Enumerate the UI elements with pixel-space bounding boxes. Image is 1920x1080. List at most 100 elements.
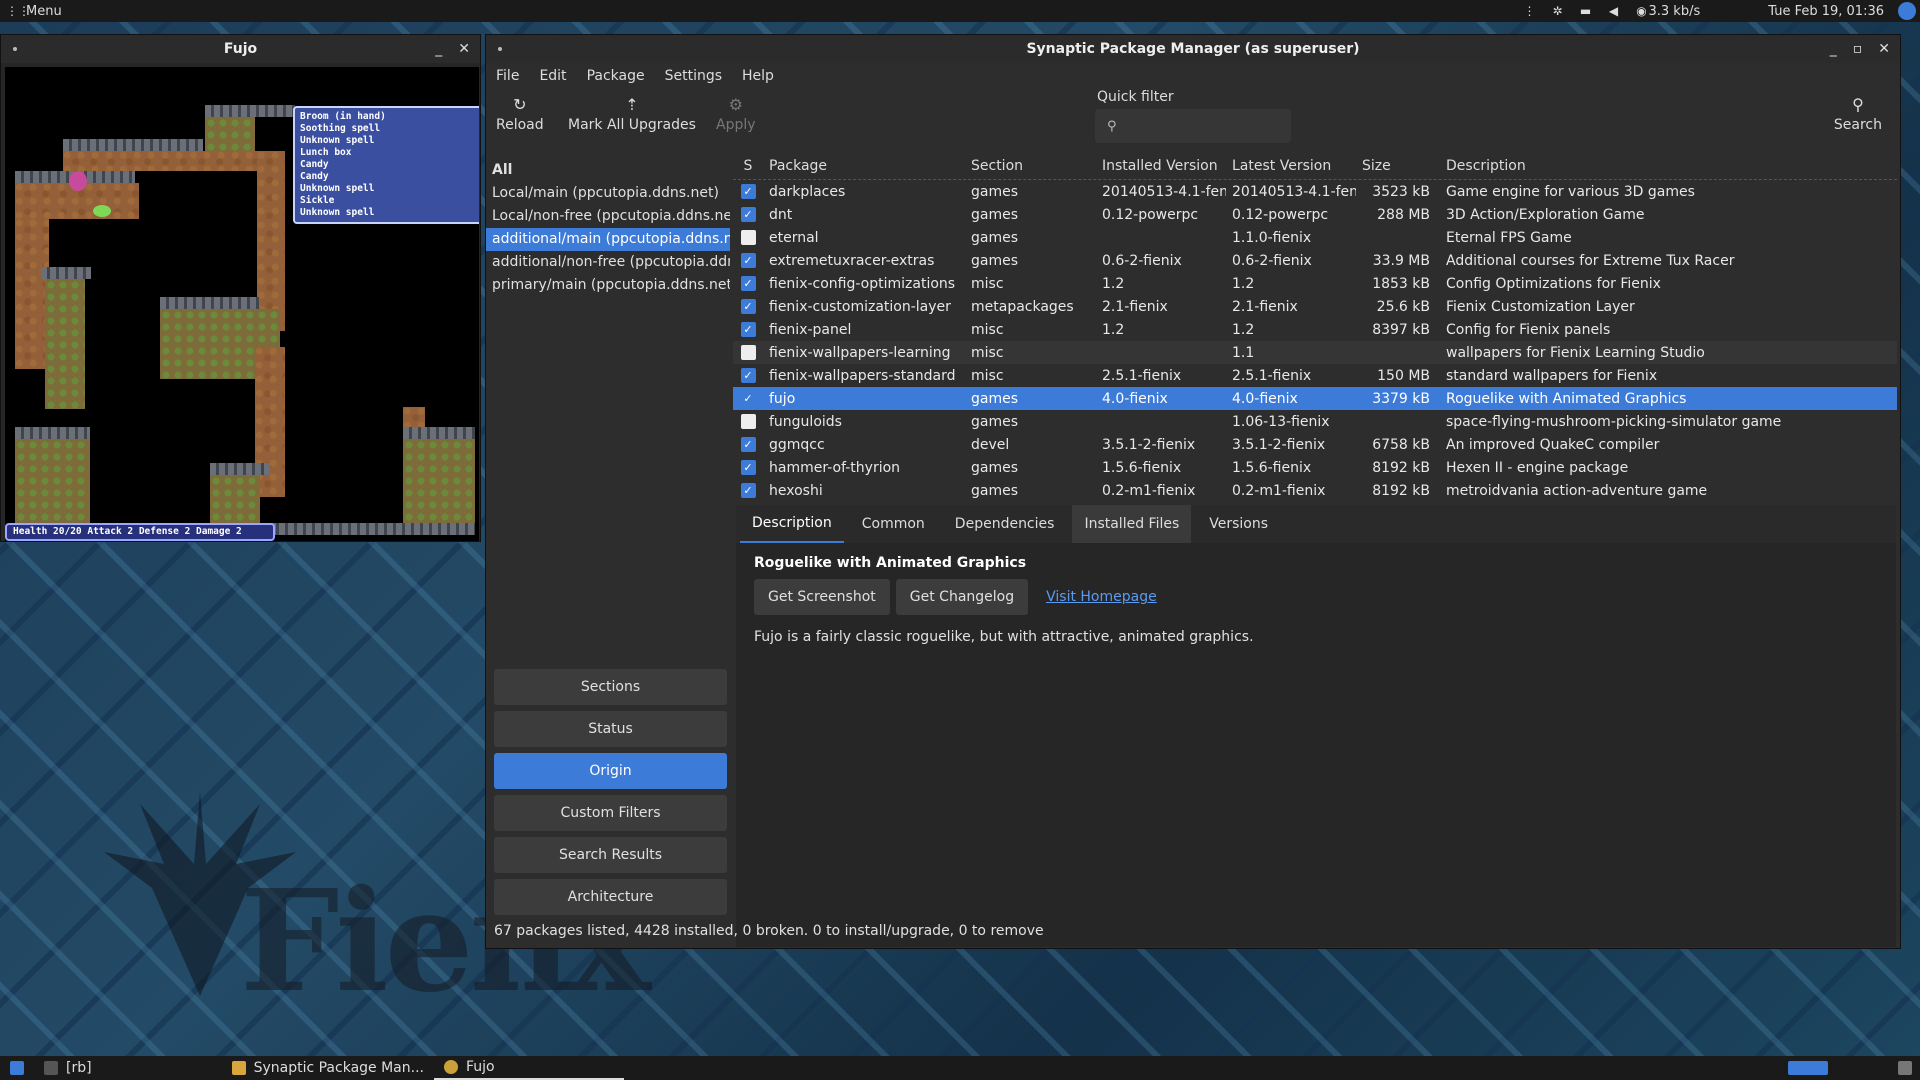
sections-button[interactable]: Sections — [494, 669, 727, 705]
close-icon[interactable]: ✕ — [1878, 41, 1890, 57]
maximize-icon[interactable]: ▫ — [1853, 41, 1863, 57]
get-changelog-button[interactable]: Get Changelog — [895, 579, 1029, 615]
col-latest[interactable]: Latest Version — [1226, 158, 1356, 174]
origin-button[interactable]: Origin — [494, 753, 727, 789]
table-row[interactable]: fienix-wallpapers-learning misc 1.1 wallpap… — [733, 341, 1897, 364]
table-row[interactable]: ✓ hexoshi games 0.2-m1-fienix 0.2-m1-fienix 8… — [733, 479, 1897, 498]
menu-help[interactable]: Help — [742, 68, 774, 84]
install-checkbox[interactable] — [740, 414, 756, 429]
install-checkbox[interactable]: ✓ — [740, 253, 756, 268]
minimize-icon[interactable]: _ — [1830, 41, 1837, 57]
synaptic-titlebar[interactable]: Synaptic Package Manager (as superuser) … — [486, 35, 1900, 63]
chat-icon[interactable]: ▬ — [1578, 4, 1592, 18]
get-screenshot-button[interactable]: Get Screenshot — [754, 579, 890, 615]
install-checkbox[interactable] — [740, 345, 756, 360]
mark-all-upgrades-button[interactable]: ⇡ Mark All Upgrades — [568, 95, 696, 133]
inventory-item[interactable]: Candy — [300, 159, 475, 171]
close-icon[interactable]: ✕ — [458, 41, 470, 57]
search-results-button[interactable]: Search Results — [494, 837, 727, 873]
table-row[interactable]: eternal games 1.1.0-fienix Eternal FPS Game — [733, 226, 1897, 249]
package-installed-version: 3.5.1-2-fienix — [1102, 436, 1196, 453]
table-row[interactable]: ✓ fienix-customization-layer metapackages 2… — [733, 295, 1897, 318]
window-menu-icon[interactable] — [498, 47, 502, 51]
taskbar-item-terminal[interactable]: [rb] — [34, 1056, 102, 1080]
table-row[interactable]: ✓ ggmqcc devel 3.5.1-2-fienix 3.5.1-2-fienix… — [733, 433, 1897, 456]
net-speed[interactable]: ◉ 3.3 kb/s — [1634, 4, 1700, 19]
quick-filter-input[interactable]: ⚲ — [1095, 109, 1291, 143]
install-checkbox[interactable]: ✓ — [740, 437, 756, 452]
tab-versions[interactable]: Versions — [1197, 505, 1280, 543]
table-row[interactable]: ✓ hammer-of-thyrion games 1.5.6-fienix 1.5.6… — [733, 456, 1897, 479]
origin-item[interactable]: Local/main (ppcutopia.ddns.net) — [486, 182, 730, 205]
origin-item-selected[interactable]: additional/main (ppcutopia.ddns.net) — [486, 228, 730, 251]
install-checkbox[interactable]: ✓ — [740, 207, 756, 222]
inventory-panel[interactable]: Broom (in hand) Soothing spell Unknown s… — [293, 106, 479, 224]
table-row[interactable]: ✓ dnt games 0.12-powerpc 0.12-powerpc 288 MB 3… — [733, 203, 1897, 226]
table-row[interactable]: funguloids games 1.06-13-fienix space-flyin… — [733, 410, 1897, 433]
menu-package[interactable]: Package — [587, 68, 645, 84]
volume-icon[interactable]: ◀ — [1606, 4, 1620, 18]
install-checkbox[interactable]: ✓ — [740, 368, 756, 383]
menu-button[interactable]: ⋮⋮ Menu — [0, 4, 68, 19]
visit-homepage-link[interactable]: Visit Homepage — [1046, 589, 1157, 605]
col-status[interactable]: S — [733, 158, 763, 174]
menu-edit[interactable]: Edit — [539, 68, 566, 84]
col-package[interactable]: Package — [763, 158, 965, 174]
update-notifier-icon[interactable] — [1788, 1061, 1828, 1075]
game-canvas[interactable]: Broom (in hand) Soothing spell Unknown s… — [5, 67, 479, 541]
tab-common[interactable]: Common — [850, 505, 937, 543]
inventory-item[interactable]: Soothing spell — [300, 123, 475, 135]
minimize-icon[interactable]: _ — [435, 41, 442, 57]
table-row[interactable]: ✓ fujo games 4.0-fienix 4.0-fienix 3379 kB Rog… — [733, 387, 1897, 410]
col-description[interactable]: Description — [1436, 158, 1897, 174]
status-button[interactable]: Status — [494, 711, 727, 747]
col-size[interactable]: Size — [1356, 158, 1436, 174]
origin-item[interactable]: Local/non-free (ppcutopia.ddns.net) — [486, 205, 730, 228]
table-row[interactable]: ✓ fienix-wallpapers-standard misc 2.5.1-fie… — [733, 364, 1897, 387]
clock[interactable]: Tue Feb 19, 01:36 — [1768, 4, 1884, 19]
inventory-item[interactable]: Unknown spell — [300, 207, 475, 219]
table-row[interactable]: ✓ extremetuxracer-extras games 0.6-2-fienix… — [733, 249, 1897, 272]
table-row[interactable]: ✓ fienix-config-optimizations misc 1.2 1.2 18… — [733, 272, 1897, 295]
taskbar-item-fujo[interactable]: Fujo — [433, 1056, 624, 1080]
custom-filters-button[interactable]: Custom Filters — [494, 795, 727, 831]
network-icon[interactable]: ⋮ — [1522, 4, 1536, 18]
tab-installed-files[interactable]: Installed Files — [1072, 505, 1192, 543]
install-checkbox[interactable]: ✓ — [740, 460, 756, 475]
menu-file[interactable]: File — [496, 68, 519, 84]
taskbar-item-synaptic[interactable]: Synaptic Package Man... — [222, 1056, 434, 1080]
inventory-item[interactable]: Broom (in hand) — [300, 111, 475, 123]
origin-item-all[interactable]: All — [486, 159, 730, 182]
architecture-button[interactable]: Architecture — [494, 879, 727, 915]
apply-button[interactable]: ⚙ Apply — [716, 95, 756, 133]
col-section[interactable]: Section — [965, 158, 1096, 174]
install-checkbox[interactable] — [740, 230, 756, 245]
install-checkbox[interactable]: ✓ — [740, 299, 756, 314]
fujo-titlebar[interactable]: Fujo _ ✕ — [1, 35, 480, 63]
show-desktop-button[interactable] — [0, 1056, 34, 1080]
origin-item[interactable]: primary/main (ppcutopia.ddns.net) — [486, 274, 730, 297]
tab-description[interactable]: Description — [740, 505, 844, 543]
inventory-item[interactable]: Lunch box — [300, 147, 475, 159]
window-menu-icon[interactable] — [13, 47, 17, 51]
trash-icon[interactable] — [1898, 1061, 1912, 1075]
origin-item[interactable]: additional/non-free (ppcutopia.ddns.net) — [486, 251, 730, 274]
reload-button[interactable]: ↻ Reload — [496, 95, 544, 133]
table-row[interactable]: ✓ darkplaces games 20140513-4.1-fenix 201405… — [733, 180, 1897, 203]
inventory-item[interactable]: Sickle — [300, 195, 475, 207]
tab-dependencies[interactable]: Dependencies — [943, 505, 1067, 543]
install-checkbox[interactable]: ✓ — [740, 276, 756, 291]
install-checkbox[interactable]: ✓ — [740, 322, 756, 337]
inventory-item[interactable]: Unknown spell — [300, 135, 475, 147]
inventory-item[interactable]: Candy — [300, 171, 475, 183]
install-checkbox[interactable]: ✓ — [740, 483, 756, 498]
menu-settings[interactable]: Settings — [665, 68, 722, 84]
col-installed[interactable]: Installed Version — [1096, 158, 1226, 174]
user-icon[interactable] — [1898, 2, 1916, 20]
inventory-item[interactable]: Unknown spell — [300, 183, 475, 195]
install-checkbox[interactable]: ✓ — [740, 184, 756, 199]
table-row[interactable]: ✓ fienix-panel misc 1.2 1.2 8397 kB Config for… — [733, 318, 1897, 341]
settings-icon[interactable]: ✲ — [1550, 4, 1564, 18]
search-button[interactable]: ⚲ Search — [1834, 95, 1882, 133]
install-checkbox[interactable]: ✓ — [740, 391, 756, 406]
